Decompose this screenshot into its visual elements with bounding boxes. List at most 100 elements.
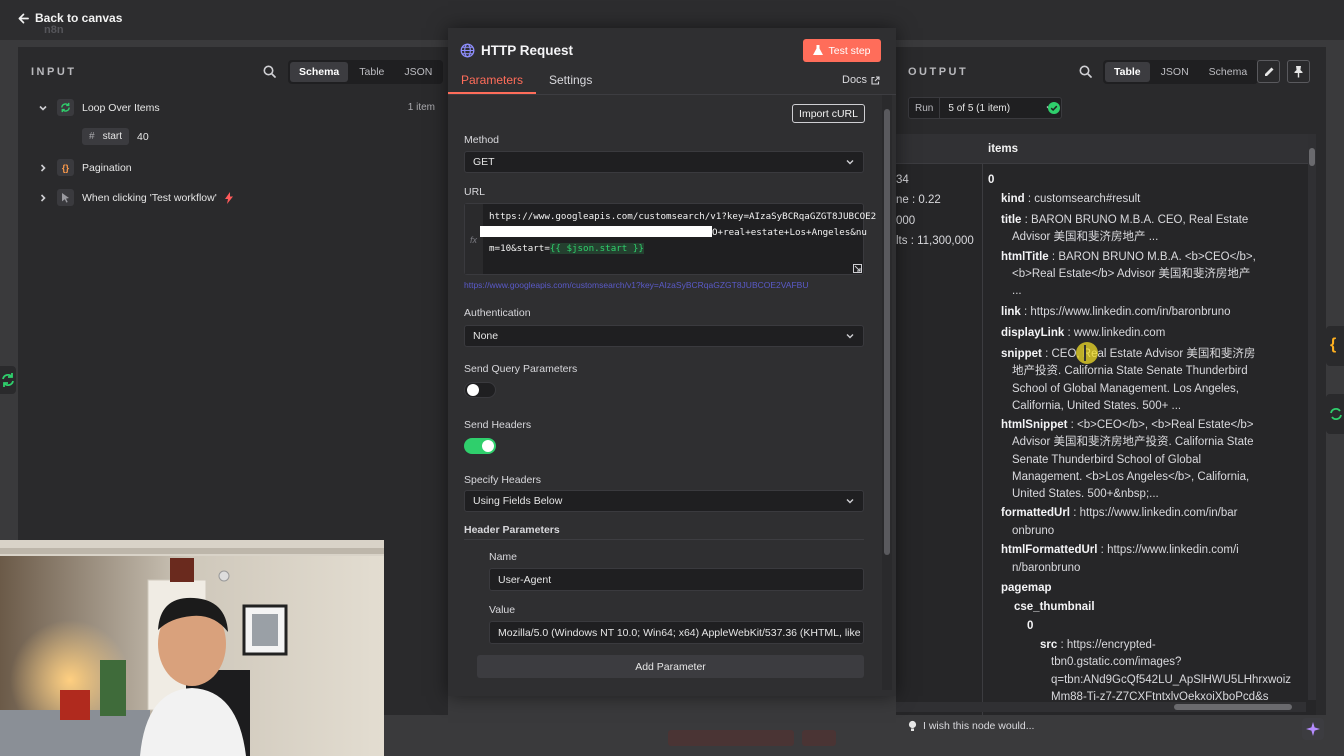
arrow-left-icon: [18, 13, 29, 24]
run-selector[interactable]: Run 5 of 5 (1 item): [908, 97, 1063, 119]
canvas-node-hint-2: [802, 730, 836, 746]
key: title: [1001, 214, 1022, 226]
send-query-toggle[interactable]: [464, 382, 496, 398]
field-src-cont2: q=tbn:ANd9GcQf542LU_ApSlHWU5LHhrxwoiz: [1051, 674, 1292, 686]
field-src: src : https://encrypted-: [1040, 639, 1156, 651]
value: BARON BRUNO M.B.A. <b>CEO</b>,: [1058, 251, 1256, 263]
field-htmlsnippet-cont4: United States. 500+&nbsp;...: [1012, 488, 1159, 500]
authentication-label: Authentication: [464, 307, 531, 319]
back-to-canvas-button[interactable]: Back to canvas: [18, 11, 122, 25]
key: snippet: [1001, 348, 1042, 360]
left-cell-4: lts : 11,300,000: [896, 235, 974, 247]
left-edge-tab[interactable]: [0, 366, 16, 394]
output-view-table[interactable]: Table: [1105, 62, 1150, 82]
feedback-bar[interactable]: I wish this node would...: [896, 715, 1326, 737]
field-cse-thumbnail: cse_thumbnail: [1014, 599, 1095, 617]
search-icon[interactable]: [263, 65, 276, 78]
input-panel-title: INPUT: [31, 66, 77, 78]
test-step-button[interactable]: Test step: [803, 39, 881, 62]
output-view-json[interactable]: JSON: [1152, 62, 1198, 82]
ai-assistant-button[interactable]: [1302, 718, 1324, 740]
field-formattedurl: formattedUrl : https://www.linkedin.com/…: [1001, 507, 1238, 519]
vertical-scrollbar[interactable]: [1308, 134, 1316, 700]
key: displayLink: [1001, 327, 1065, 339]
webcam-overlay: [0, 540, 384, 756]
table-header-row: [896, 134, 1316, 164]
pin-data-button[interactable]: [1287, 60, 1310, 83]
field-start[interactable]: # start 40: [82, 128, 149, 145]
field-htmlformattedurl-cont: n/baronbruno: [1012, 562, 1081, 574]
value: https://www.linkedin.com/i: [1107, 544, 1239, 556]
field-htmlformattedurl: htmlFormattedUrl : https://www.linkedin.…: [1001, 544, 1239, 556]
search-icon[interactable]: [1079, 65, 1092, 78]
value: <b>CEO</b>, <b>Real Estate</b>: [1077, 419, 1254, 431]
authentication-value: None: [473, 330, 499, 342]
item-index-value: 0: [988, 174, 995, 186]
success-check-icon: [1048, 102, 1060, 114]
back-to-canvas-label: Back to canvas: [35, 11, 123, 25]
feedback-label: I wish this node would...: [923, 720, 1035, 732]
url-line-3-prefix: m=10&start=: [489, 243, 550, 254]
pin-icon: [1293, 65, 1304, 78]
send-headers-toggle[interactable]: [464, 438, 496, 454]
add-parameter-button[interactable]: Add Parameter: [477, 655, 864, 678]
node-title: HTTP Request: [481, 43, 574, 58]
chevron-down-icon[interactable]: [37, 102, 49, 114]
horizontal-scrollbar[interactable]: [896, 702, 1306, 712]
bolt-icon: [224, 191, 233, 204]
code-braces-icon: {}: [57, 159, 74, 176]
field-snippet-cont3: California, United States. 500+ ...: [1012, 400, 1182, 412]
docs-link[interactable]: Docs: [842, 74, 880, 86]
tab-settings[interactable]: Settings: [549, 73, 592, 87]
value: https://encrypted-: [1066, 639, 1156, 651]
pointer-icon: [57, 189, 74, 206]
horizontal-scroll-thumb[interactable]: [1174, 704, 1292, 710]
header-name-label: Name: [489, 551, 518, 563]
function-icon: fx: [470, 235, 478, 245]
authentication-select[interactable]: None: [464, 325, 864, 347]
output-view-schema[interactable]: Schema: [1200, 62, 1257, 82]
code-braces-icon: {: [1330, 336, 1337, 353]
input-view-table[interactable]: Table: [350, 62, 393, 82]
tab-parameters[interactable]: Parameters: [461, 73, 523, 87]
chevron-right-icon[interactable]: [37, 162, 49, 174]
input-view-schema[interactable]: Schema: [290, 62, 349, 82]
right-edge-tab-loop[interactable]: [1326, 394, 1344, 434]
field-htmlsnippet-cont: Advisor 美国和斐济房地产投资. California State: [1012, 436, 1254, 448]
url-expression-editor[interactable]: fx https://www.googleapis.com/customsear…: [464, 203, 876, 275]
chevron-right-icon[interactable]: [37, 192, 49, 204]
expression-gutter: fx: [465, 204, 483, 274]
field-formattedurl-cont: onbruno: [1012, 525, 1055, 537]
specify-headers-select[interactable]: Using Fields Below: [464, 490, 864, 512]
key: src: [1040, 639, 1058, 651]
url-preview: https://www.googleapis.com/customsearch/…: [464, 280, 809, 290]
key: 0: [1027, 620, 1034, 632]
output-panel-title: OUTPUT: [908, 66, 969, 78]
modal-scrollbar[interactable]: [882, 95, 892, 690]
right-edge-tab-code[interactable]: {: [1326, 326, 1344, 366]
tree-item-when-clicking[interactable]: When clicking 'Test workflow': [37, 189, 233, 206]
method-select[interactable]: GET: [464, 151, 864, 173]
import-curl-button[interactable]: Import cURL: [792, 104, 865, 123]
modal-scroll-thumb[interactable]: [884, 109, 890, 555]
flask-icon: [813, 45, 824, 56]
external-link-icon: [871, 75, 880, 85]
header-value-input[interactable]: Mozilla/5.0 (Windows NT 10.0; Win64; x64…: [489, 621, 864, 644]
key: link: [1001, 306, 1021, 318]
header-parameters-label: Header Parameters: [464, 524, 560, 536]
vertical-scroll-thumb[interactable]: [1309, 148, 1315, 166]
key: formattedUrl: [1001, 507, 1071, 519]
text-cursor-icon: [1084, 345, 1086, 361]
field-htmltitle-cont: <b>Real Estate</b> Advisor 美国和斐济房地产: [1012, 268, 1251, 280]
expand-icon[interactable]: [853, 264, 862, 273]
header-name-input[interactable]: User-Agent: [489, 568, 864, 591]
input-view-json[interactable]: JSON: [395, 62, 441, 82]
field-snippet: snippet : CEO, Real Estate Advisor 美国和斐济…: [1001, 348, 1256, 360]
item-count: 1 item: [407, 102, 435, 113]
tree-item-pagination[interactable]: {} Pagination: [37, 159, 132, 176]
url-expression: {{ $json.start }}: [549, 243, 644, 254]
lightbulb-icon: [908, 720, 917, 732]
edit-output-button[interactable]: [1257, 60, 1280, 83]
tree-item-loop-over-items[interactable]: Loop Over Items 1 item: [37, 99, 435, 116]
url-line-2: O+real+estate+Los+Angeles&nu: [712, 227, 867, 238]
